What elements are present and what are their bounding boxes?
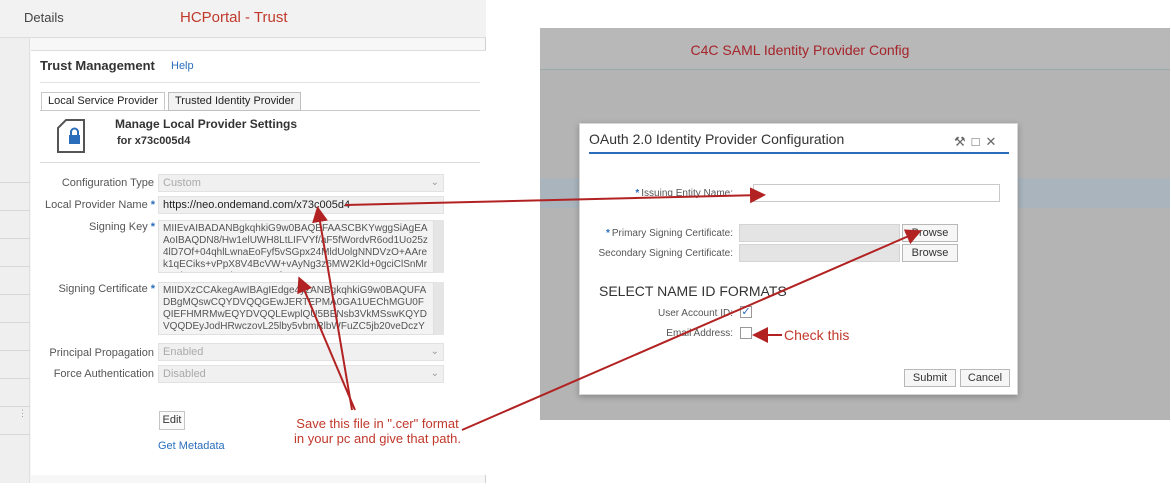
arrow-annotation-to-cert — [297, 276, 356, 411]
arrow-to-browse — [461, 229, 922, 431]
annotation-arrows — [297, 187, 922, 431]
arrow-provider-to-issuer — [344, 187, 766, 206]
arrow-annotation-to-name — [312, 206, 353, 411]
